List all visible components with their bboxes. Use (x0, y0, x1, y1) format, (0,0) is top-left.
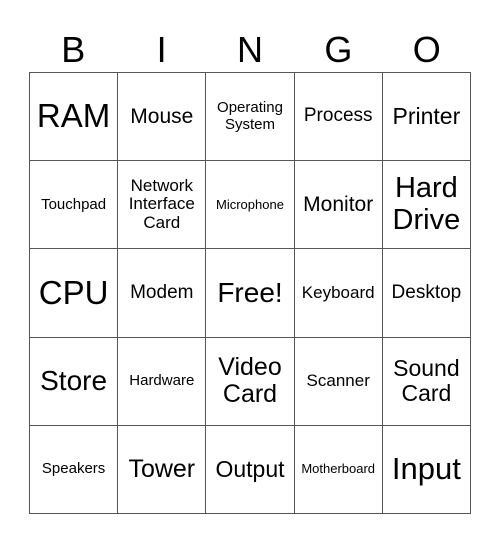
bingo-cell: Mouse (118, 73, 207, 162)
bingo-cell: Process (294, 73, 383, 162)
free-space-cell: Free! (206, 249, 295, 338)
bingo-header: B I N G O (29, 28, 471, 72)
bingo-cell: Sound Card (382, 337, 471, 426)
header-letter-b: B (61, 29, 86, 70)
bingo-cell: Microphone (206, 161, 295, 250)
bingo-cell: Hard Drive (382, 161, 471, 250)
bingo-cell: Monitor (294, 161, 383, 250)
bingo-cell: Video Card (206, 337, 295, 426)
bingo-cell: Desktop (382, 249, 471, 338)
bingo-cell: Input (382, 425, 471, 514)
bingo-cell: Network Interface Card (118, 161, 207, 250)
bingo-cell: Scanner (294, 337, 383, 426)
header-letter-n: N (236, 29, 263, 70)
bingo-grid: RAM Mouse Operating System Process Print… (29, 72, 471, 514)
bingo-cell: Hardware (118, 337, 207, 426)
bingo-cell: Output (206, 425, 295, 514)
header-letter-o: O (412, 29, 441, 70)
header-letter-g: G (324, 29, 353, 70)
bingo-cell: Tower (118, 425, 207, 514)
bingo-cell: Keyboard (294, 249, 383, 338)
bingo-cell: CPU (30, 249, 119, 338)
bingo-cell: Printer (382, 73, 471, 162)
bingo-cell: Store (30, 337, 119, 426)
bingo-cell: RAM (30, 73, 119, 162)
bingo-cell: Motherboard (294, 425, 383, 514)
bingo-cell: Speakers (30, 425, 119, 514)
header-letter-i: I (156, 29, 167, 70)
bingo-cell: Operating System (206, 73, 295, 162)
bingo-cell: Modem (118, 249, 207, 338)
bingo-cell: Touchpad (30, 161, 119, 250)
